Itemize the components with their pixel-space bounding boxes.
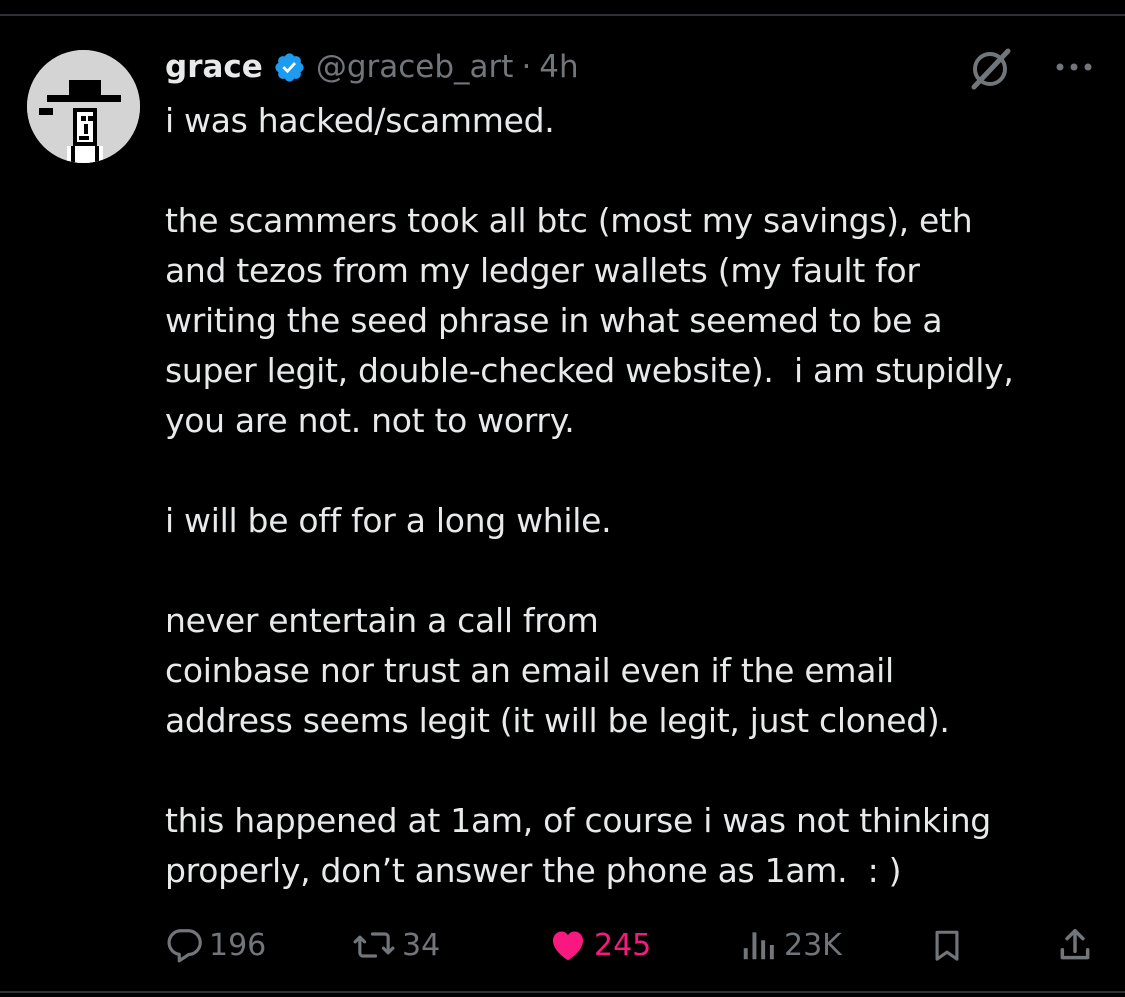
tweet-text: i was hacked/scammed. the scammers took a… — [165, 96, 1105, 896]
tweet-text-line: coinbase nor trust an email even if the … — [165, 651, 894, 690]
repost-icon — [353, 932, 395, 958]
grok-icon[interactable] — [966, 45, 1014, 93]
handle[interactable]: @graceb_art — [316, 49, 514, 85]
repost-button[interactable]: 34 — [352, 918, 440, 972]
views-button[interactable]: 23K — [738, 918, 842, 972]
timestamp[interactable]: 4h — [539, 49, 578, 85]
avatar-pixel-art-icon — [27, 50, 140, 163]
tweet-text-line: properly, don’t answer the phone as 1am.… — [165, 851, 902, 890]
share-icon — [1060, 929, 1090, 960]
tweet-actions: 196 34 245 23K — [0, 918, 1125, 972]
like-button[interactable]: 245 — [548, 918, 651, 972]
top-divider — [0, 14, 1125, 16]
reply-button[interactable]: 196 — [165, 918, 266, 972]
tweet-text-line: super legit, double-checked website). i … — [165, 351, 1014, 390]
like-count: 245 — [594, 927, 652, 963]
avatar[interactable] — [27, 50, 140, 163]
reply-icon — [167, 929, 202, 963]
views-count: 23K — [784, 927, 842, 963]
separator-dot: · — [521, 49, 532, 85]
tweet-text-line: this happened at 1am, of course i was no… — [165, 801, 991, 840]
tweet-text-line: you are not. not to worry. — [165, 401, 575, 440]
tweet-text-line: i was hacked/scammed. — [165, 101, 555, 140]
more-icon[interactable] — [1052, 52, 1096, 82]
tweet-text-line: and tezos from my ledger wallets (my fau… — [165, 251, 920, 290]
tweet-text-line: i will be off for a long while. — [165, 501, 612, 540]
display-name[interactable]: grace — [165, 49, 263, 85]
heart-icon — [552, 931, 584, 961]
views-icon — [743, 932, 774, 960]
bookmark-button[interactable] — [930, 918, 964, 972]
tweet-text-line: never entertain a call from — [165, 601, 599, 640]
tweet-text-line: the scammers took all btc (most my savin… — [165, 201, 973, 240]
tweet-text-line: writing the seed phrase in what seemed t… — [165, 301, 943, 340]
share-button[interactable] — [1056, 918, 1094, 972]
tweet-header: grace @graceb_art · 4h — [165, 42, 579, 92]
bookmark-icon — [935, 930, 959, 961]
repost-count: 34 — [402, 927, 441, 963]
bottom-divider — [0, 991, 1125, 993]
tweet-text-line: address seems legit (it will be legit, j… — [165, 701, 950, 740]
verified-badge-icon — [275, 52, 304, 82]
reply-count: 196 — [209, 927, 267, 963]
